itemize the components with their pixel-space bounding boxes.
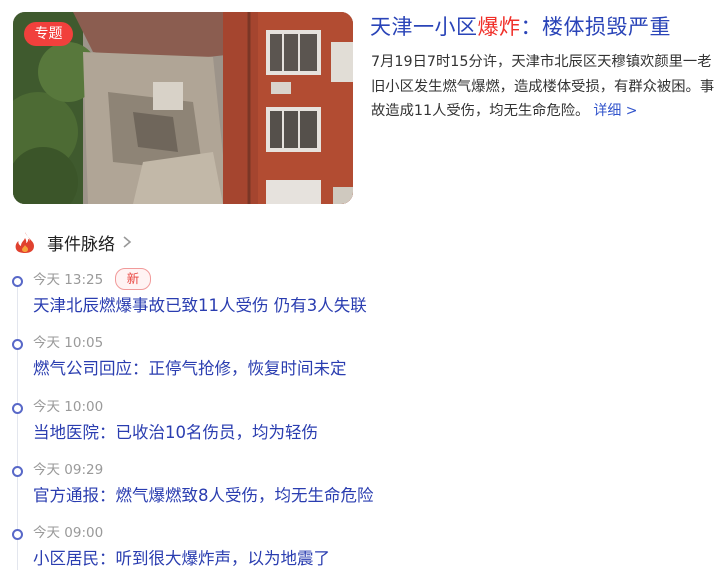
headline-prefix: 天津一小区 (370, 15, 478, 39)
headline-link[interactable]: 天津一小区爆炸：楼体损毁严重 (370, 12, 671, 42)
timeline-text[interactable]: 燃气公司回应：正停气抢修，恢复时间未定 (33, 358, 347, 380)
timeline-title: 事件脉络 (47, 234, 115, 255)
timeline-dot (12, 276, 23, 287)
details-link[interactable]: 详细 > (593, 103, 637, 119)
new-badge: 新 (115, 268, 151, 290)
timeline-dot (12, 466, 23, 477)
timeline-item[interactable]: 今天 09:29 官方通报：燃气爆燃致8人受伤，均无生命危险 (0, 461, 727, 521)
timeline-item[interactable]: 今天 10:05 燃气公司回应：正停气抢修，恢复时间未定 (0, 334, 727, 394)
timeline-time: 今天 10:00 (33, 399, 104, 415)
timeline-time: 今天 13:25 (33, 272, 104, 288)
timeline-dot (12, 529, 23, 540)
timeline-text[interactable]: 天津北辰燃爆事故已致11人受伤 仍有3人失联 (33, 295, 367, 317)
headline-highlight: 爆炸 (477, 15, 521, 39)
timeline-dot (12, 403, 23, 414)
timeline-text[interactable]: 当地医院：已收治10名伤员，均为轻伤 (33, 422, 318, 444)
timeline-dot (12, 339, 23, 350)
timeline-item[interactable]: 今天 10:00 当地医院：已收治10名伤员，均为轻伤 (0, 398, 727, 458)
fire-icon (15, 232, 34, 253)
timeline-header[interactable]: 事件脉络 (13, 228, 133, 256)
summary-text: 7月19日7时15分许，天津市北辰区天穆镇欢颜里一老旧小区发生燃气爆燃，造成楼体… (371, 54, 715, 119)
news-summary: 7月19日7时15分许，天津市北辰区天穆镇欢颜里一老旧小区发生燃气爆燃，造成楼体… (371, 50, 716, 124)
topic-badge[interactable]: 专题 (24, 22, 73, 46)
chevron-right-icon (123, 236, 132, 248)
timeline-item[interactable]: 今天 13:25 新 天津北辰燃爆事故已致11人受伤 仍有3人失联 (0, 268, 727, 331)
timeline-text[interactable]: 小区居民：听到很大爆炸声，以为地震了 (33, 548, 330, 570)
timeline-time: 今天 10:05 (33, 335, 104, 351)
timeline-item[interactable]: 今天 09:00 小区居民：听到很大爆炸声，以为地震了 (0, 524, 727, 584)
timeline-text[interactable]: 官方通报：燃气爆燃致8人受伤，均无生命危险 (33, 485, 374, 507)
headline-suffix: ：楼体损毁严重 (520, 15, 671, 39)
timeline-time: 今天 09:00 (33, 525, 104, 541)
timeline-time: 今天 09:29 (33, 462, 104, 478)
